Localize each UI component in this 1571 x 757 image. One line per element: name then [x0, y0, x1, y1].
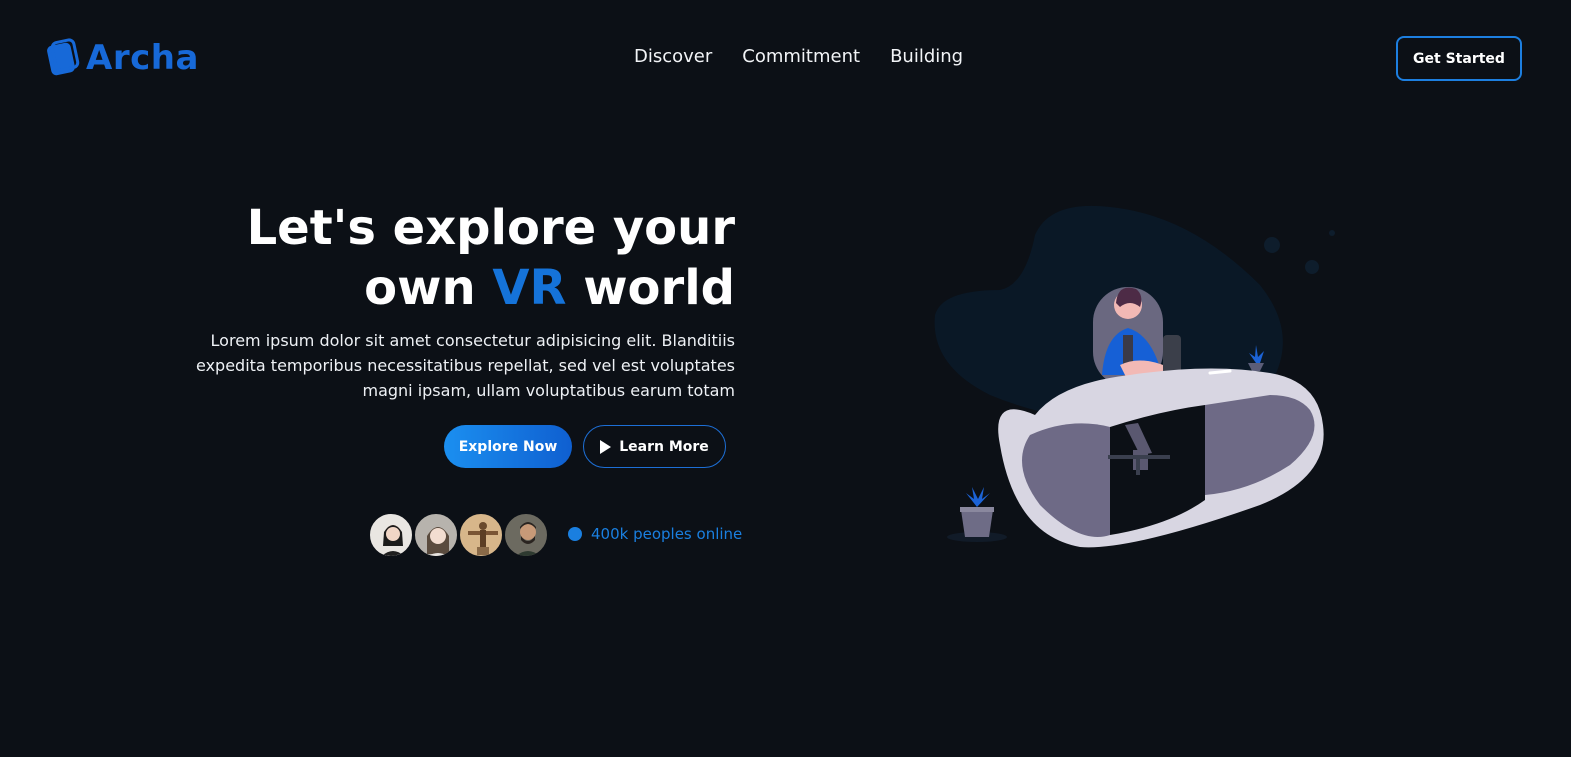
- avatar: [458, 512, 504, 558]
- nav-item-commitment[interactable]: Commitment: [742, 46, 860, 67]
- nav-item-discover[interactable]: Discover: [634, 46, 712, 67]
- vr-desk-illustration: [934, 205, 1335, 548]
- online-count-text: 400k peoples online: [591, 525, 743, 543]
- headline-line-1: Let's explore your: [246, 200, 735, 256]
- hero-section: Let's explore your own VR world Lorem ip…: [190, 198, 735, 403]
- brand-name: Archa: [86, 38, 199, 78]
- hero-description: Lorem ipsum dolor sit amet consectetur a…: [196, 331, 735, 400]
- learn-more-button[interactable]: Learn More: [583, 425, 726, 468]
- brand-logo[interactable]: Archa: [46, 38, 199, 78]
- headline-accent-word: VR: [492, 260, 567, 316]
- avatar: [368, 512, 414, 558]
- avatar: [413, 512, 459, 558]
- hero-headline: Let's explore your own VR world: [190, 198, 735, 318]
- logo-icon: [47, 38, 80, 76]
- online-avatars: [368, 512, 549, 558]
- explore-now-button[interactable]: Explore Now: [444, 425, 572, 468]
- learn-more-label: Learn More: [619, 438, 709, 455]
- avatar: [503, 512, 549, 558]
- hero-cta-row: Explore Now Learn More: [444, 425, 726, 468]
- get-started-button[interactable]: Get Started: [1396, 36, 1522, 81]
- nav-item-building[interactable]: Building: [890, 46, 963, 67]
- headline-line-2-post: world: [566, 260, 735, 316]
- landing-page: Archa Discover Commitment Building Get S…: [0, 0, 1571, 757]
- online-status: 400k peoples online: [568, 525, 742, 543]
- main-nav: Discover Commitment Building: [634, 46, 963, 67]
- play-icon: [600, 439, 612, 454]
- headline-line-2-pre: own: [364, 260, 493, 316]
- online-indicator-dot: [568, 527, 582, 541]
